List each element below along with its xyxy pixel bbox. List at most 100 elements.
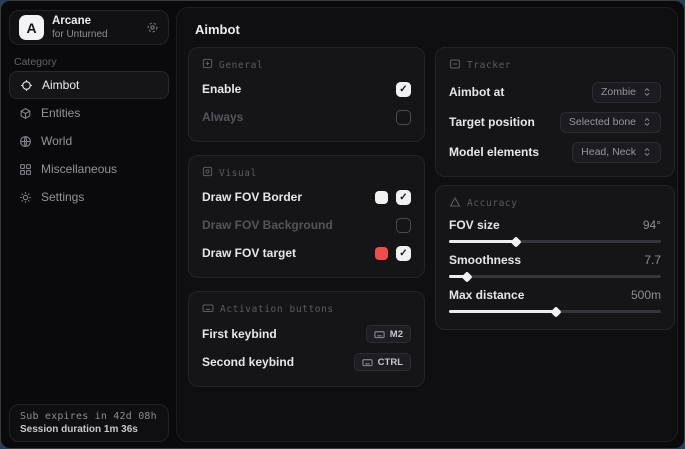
chevrons-up-down-icon xyxy=(642,147,652,157)
card-visual-header: Visual xyxy=(202,166,411,180)
setting-row-aimbot-at: Aimbot at Zombie xyxy=(449,81,661,103)
card-visual: Visual Draw FOV Border Draw FOV Backgrou… xyxy=(188,155,425,278)
setting-label: FOV size xyxy=(449,218,500,232)
setting-label: Draw FOV Background xyxy=(202,218,333,232)
page-title: Aimbot xyxy=(195,22,240,37)
setting-row-first-keybind: First keybind M2 xyxy=(202,323,411,345)
card-title: General xyxy=(219,60,263,71)
sidebar: A Arcane for Unturned Category xyxy=(1,1,176,448)
card-activation-header: Activation buttons xyxy=(202,302,411,317)
enable-checkbox[interactable] xyxy=(396,82,411,97)
keybind-value: CTRL xyxy=(378,357,403,368)
card-tracker-header: Tracker xyxy=(449,58,661,73)
globe-icon xyxy=(19,135,32,148)
setting-label: Draw FOV Border xyxy=(202,190,302,204)
max-distance-group: Max distance 500m xyxy=(449,288,661,316)
brand-text: Arcane for Unturned xyxy=(52,15,138,40)
slider-track xyxy=(449,275,661,278)
card-general-header: General xyxy=(202,58,411,72)
fov-background-checkbox[interactable] xyxy=(396,218,411,233)
card-accuracy-header: Accuracy xyxy=(449,196,661,211)
sidebar-item-label: Settings xyxy=(41,190,84,204)
crosshair-icon xyxy=(20,79,33,92)
setting-row-fov-background: Draw FOV Background xyxy=(202,214,411,236)
setting-label: Aimbot at xyxy=(449,85,504,99)
first-keybind-button[interactable]: M2 xyxy=(366,325,411,343)
sidebar-item-world[interactable]: World xyxy=(9,127,169,155)
keyboard-icon xyxy=(362,357,373,368)
color-swatch[interactable] xyxy=(375,191,388,204)
card-title: Visual xyxy=(219,168,257,179)
left-column: General Enable Always xyxy=(188,47,425,387)
color-swatch[interactable] xyxy=(375,247,388,260)
card-accuracy: Accuracy FOV size 94° Smoothness xyxy=(435,185,675,330)
setting-label: Target position xyxy=(449,115,535,129)
select-value: Head, Neck xyxy=(581,146,636,158)
slider-fill xyxy=(449,310,555,313)
card-title: Activation buttons xyxy=(220,304,334,315)
setting-row-fov-target: Draw FOV target xyxy=(202,242,411,264)
card-title: Tracker xyxy=(467,60,511,71)
row-controls xyxy=(375,190,411,205)
right-column: Tracker Aimbot at Zombie Target position… xyxy=(435,47,675,330)
refresh-icon[interactable] xyxy=(146,21,159,34)
setting-row-second-keybind: Second keybind CTRL xyxy=(202,351,411,373)
setting-label: Always xyxy=(202,110,243,124)
setting-label: Max distance xyxy=(449,288,524,302)
sidebar-nav: Aimbot Entities World xyxy=(9,71,169,211)
sidebar-item-label: Aimbot xyxy=(42,78,79,92)
setting-label: Model elements xyxy=(449,145,539,159)
slider-fill xyxy=(449,240,515,243)
sliders-icon xyxy=(202,58,213,72)
slider-thumb[interactable] xyxy=(461,271,472,282)
chevrons-up-down-icon xyxy=(642,87,652,97)
sidebar-item-label: Miscellaneous xyxy=(41,162,117,176)
target-position-select[interactable]: Selected bone xyxy=(560,112,661,133)
sidebar-item-entities[interactable]: Entities xyxy=(9,99,169,127)
setting-label: Smoothness xyxy=(449,253,521,267)
setting-label: Draw FOV target xyxy=(202,246,296,260)
grid-icon xyxy=(19,163,32,176)
aimbot-at-select[interactable]: Zombie xyxy=(592,82,661,103)
setting-row-enable: Enable xyxy=(202,78,411,100)
sidebar-item-aimbot[interactable]: Aimbot xyxy=(9,71,169,99)
row-controls xyxy=(375,246,411,261)
fov-size-value: 94° xyxy=(643,218,661,232)
slider-thumb[interactable] xyxy=(550,306,561,317)
max-distance-slider[interactable] xyxy=(449,307,661,316)
setting-row-model-elements: Model elements Head, Neck xyxy=(449,141,661,163)
card-tracker: Tracker Aimbot at Zombie Target position… xyxy=(435,47,675,177)
brand-card: A Arcane for Unturned xyxy=(9,10,169,45)
app-subtitle: for Unturned xyxy=(52,29,138,40)
app-logo: A xyxy=(19,15,44,40)
session-card: Sub expires in 42d 08h Session duration … xyxy=(9,404,169,442)
keybind-value: M2 xyxy=(390,329,403,340)
fov-border-checkbox[interactable] xyxy=(396,190,411,205)
setting-label: First keybind xyxy=(202,327,277,341)
always-checkbox[interactable] xyxy=(396,110,411,125)
subscription-expiry: Sub expires in 42d 08h xyxy=(20,411,158,422)
category-label: Category xyxy=(14,56,57,68)
sidebar-item-settings[interactable]: Settings xyxy=(9,183,169,211)
card-activation: Activation buttons First keybind M2 Seco… xyxy=(188,291,425,387)
row-controls xyxy=(396,218,411,233)
sidebar-item-miscellaneous[interactable]: Miscellaneous xyxy=(9,155,169,183)
second-keybind-button[interactable]: CTRL xyxy=(354,353,411,371)
scan-icon xyxy=(449,58,461,73)
smoothness-slider[interactable] xyxy=(449,272,661,281)
fov-target-checkbox[interactable] xyxy=(396,246,411,261)
fov-size-slider[interactable] xyxy=(449,237,661,246)
slider-thumb[interactable] xyxy=(510,236,521,247)
card-general: General Enable Always xyxy=(188,47,425,142)
select-value: Zombie xyxy=(601,86,636,98)
setting-row-fov-border: Draw FOV Border xyxy=(202,186,411,208)
app-name: Arcane xyxy=(52,15,138,28)
model-elements-select[interactable]: Head, Neck xyxy=(572,142,661,163)
setting-label: Enable xyxy=(202,82,241,96)
setting-label: Second keybind xyxy=(202,355,294,369)
setting-row-always: Always xyxy=(202,106,411,128)
setting-row-target-position: Target position Selected bone xyxy=(449,111,661,133)
max-distance-value: 500m xyxy=(631,288,661,302)
gear-icon xyxy=(19,191,32,204)
smoothness-group: Smoothness 7.7 xyxy=(449,253,661,281)
